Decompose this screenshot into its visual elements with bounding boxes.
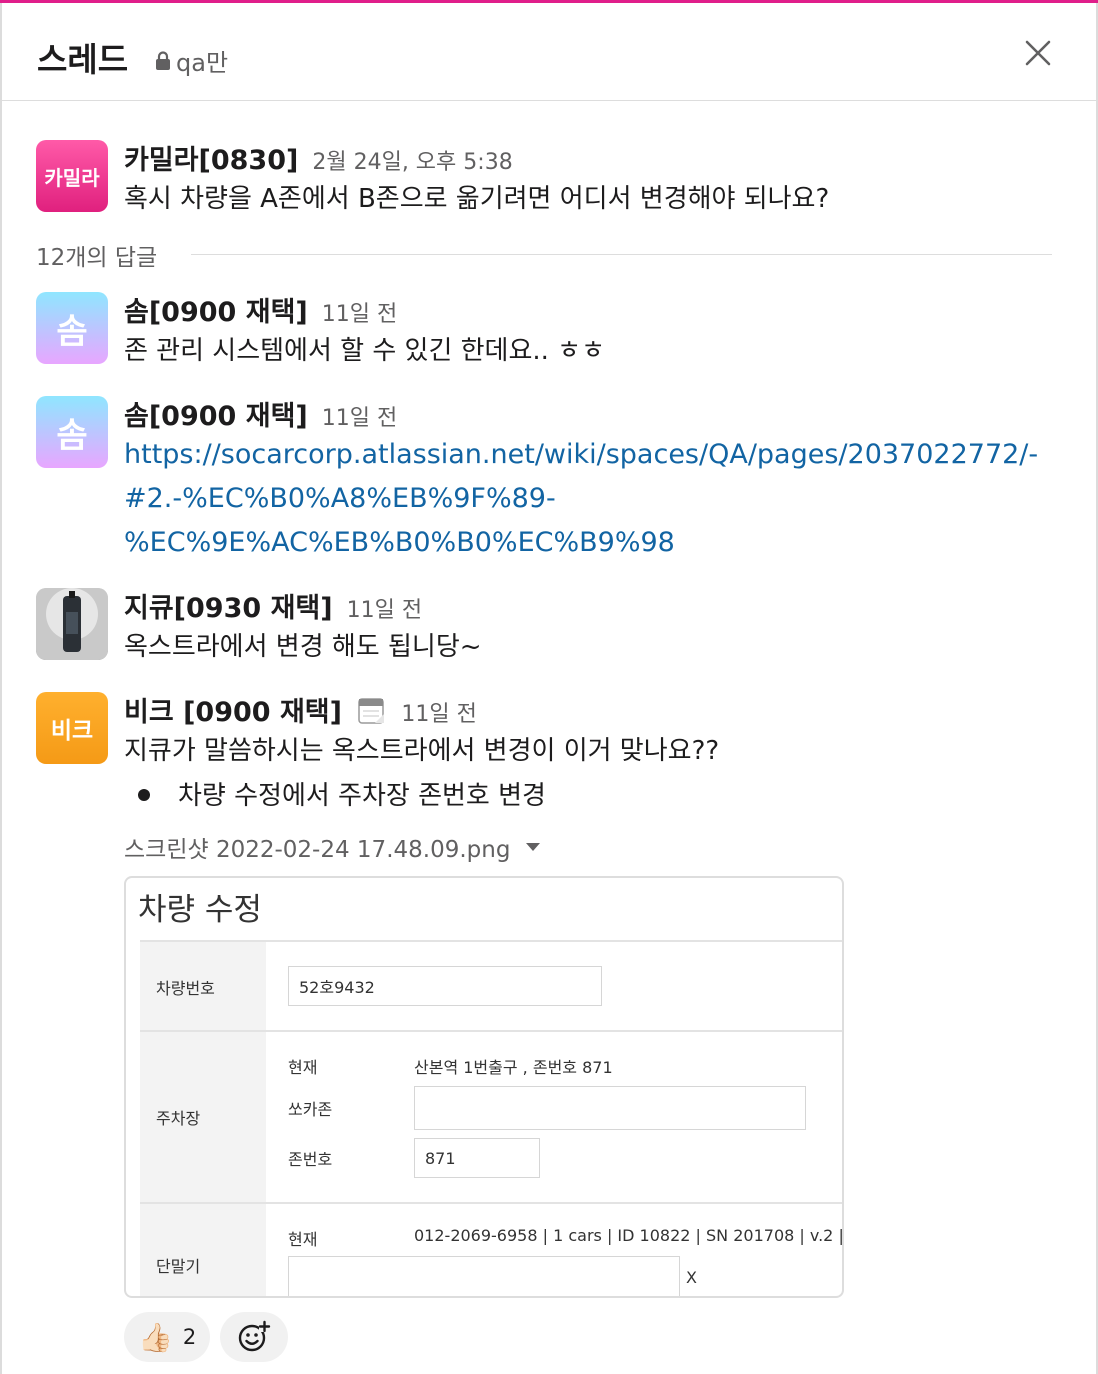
sender-name-text: 카밀라[0830] (124, 145, 299, 176)
vehicle-number-label: 차량번호 (156, 979, 215, 998)
sender-name-text: 지큐[0930 재택] (124, 593, 333, 624)
file-name-toggle[interactable]: 스크린샷 2022-02-24 17.48.09.png (124, 830, 541, 864)
message-text: 존 관리 시스템에서 할 수 있긴 한데요.. ㅎㅎ (124, 336, 606, 366)
channel-name: qa만 (176, 49, 229, 77)
sender-name-text: 솜[0900 재택] (124, 297, 308, 328)
image-attachment[interactable]: 차량 수정 차량번호 52호9432 주차장 현재 산본역 1번출구 , 존번호… (124, 876, 844, 1298)
page-title: 스레드 (37, 40, 129, 79)
terminal-current-label: 현재 (288, 1230, 318, 1249)
message-timestamp[interactable]: 2월 24일, 오후 5:38 (312, 150, 512, 175)
sender-name[interactable]: 지큐[0930 재택] 11일 전 (124, 586, 422, 625)
message-text: 옥스트라에서 변경 해도 됩니당~ (124, 632, 482, 662)
add-emoji-icon (239, 1320, 271, 1352)
calendar-status-icon[interactable] (357, 695, 387, 725)
wiki-link-line-3[interactable]: %EC%9E%AC%EB%B0%B0%EC%B9%98 (124, 521, 675, 565)
thread-header: 스레드 qa만 (2, 3, 1096, 101)
list-item-text: 차량 수정에서 주차장 존번호 변경 (178, 781, 546, 811)
add-reaction-button[interactable] (220, 1312, 289, 1362)
wiki-link-line-2[interactable]: #2.-%EC%B0%A8%EB%9F%89- (124, 477, 556, 521)
wiki-link-line-1[interactable]: https://socarcorp.atlassian.net/wiki/spa… (124, 433, 1038, 477)
terminal-field (288, 1256, 680, 1296)
list-item: 차량 수정에서 주차장 존번호 변경 (138, 774, 546, 818)
reactions-bar: 👍🏻 2 (124, 1312, 289, 1362)
current-value: 산본역 1번출구 , 존번호 871 (414, 1058, 613, 1077)
message-text: 지큐가 말씀하시는 옥스트라에서 변경이 이거 맞나요?? (124, 736, 720, 766)
message-timestamp[interactable]: 11일 전 (322, 302, 397, 327)
reaction-thumbs-up[interactable]: 👍🏻 2 (124, 1312, 211, 1362)
avatar-initials: 솜 (56, 311, 88, 352)
file-name: 스크린샷 2022-02-24 17.48.09.png (124, 837, 511, 863)
sender-name-text: 비크 [0900 재택] (124, 697, 342, 728)
sender-name[interactable]: 카밀라[0830] 2월 24일, 오후 5:38 (124, 138, 513, 177)
sender-name[interactable]: 솜[0900 재택] 11일 전 (124, 290, 397, 329)
close-icon[interactable] (1018, 33, 1058, 73)
current-label: 현재 (288, 1058, 318, 1077)
socar-zone-field (414, 1086, 806, 1130)
message-text: 혹시 차량을 A존에서 B존으로 옮기려면 어디서 변경해야 되나요? (124, 184, 830, 214)
avatar[interactable] (36, 588, 108, 660)
terminal-label: 단말기 (156, 1257, 201, 1276)
sender-name-text: 솜[0900 재택] (124, 401, 308, 432)
bullet-icon (138, 788, 150, 801)
message-timestamp[interactable]: 11일 전 (347, 598, 422, 623)
avatar-initials: 비크 (50, 718, 94, 744)
lock-icon (156, 50, 170, 70)
replies-divider: 12개의 답글 (36, 236, 1052, 272)
zone-number-label: 존번호 (288, 1150, 333, 1169)
channel-link[interactable]: qa만 (154, 43, 228, 78)
reaction-count: 2 (182, 1325, 197, 1349)
divider-line (191, 254, 1052, 255)
vehicle-edit-form: 차량번호 52호9432 주차장 현재 산본역 1번출구 , 존번호 871 쏘… (140, 940, 844, 1296)
terminal-clear: X (686, 1268, 697, 1287)
avatar[interactable]: 카밀라 (36, 140, 108, 212)
row-divider (140, 1202, 842, 1204)
attachment-title: 차량 수정 (138, 892, 262, 928)
avatar-initials: 카밀라 (44, 165, 100, 190)
zone-number-field: 871 (414, 1138, 540, 1178)
caret-down-icon (526, 843, 541, 851)
message-timestamp[interactable]: 11일 전 (322, 406, 397, 431)
avatar[interactable]: 솜 (36, 396, 108, 468)
avatar[interactable]: 비크 (36, 692, 108, 764)
avatar-photo (36, 588, 108, 660)
parking-label: 주차장 (156, 1109, 201, 1128)
socar-zone-label: 쏘카존 (288, 1100, 333, 1119)
vehicle-number-field: 52호9432 (288, 966, 602, 1006)
terminal-current-value: 012-2069-6958 | 1 cars | ID 10822 | SN 2… (414, 1226, 844, 1245)
replies-count: 12개의 답글 (36, 238, 176, 272)
avatar-initials: 솜 (56, 415, 88, 456)
message-timestamp[interactable]: 11일 전 (401, 702, 476, 727)
thumbs-up-icon: 👍🏻 (138, 1320, 173, 1354)
sender-name[interactable]: 솜[0900 재택] 11일 전 (124, 394, 397, 433)
sender-name[interactable]: 비크 [0900 재택] 11일 전 (124, 690, 477, 729)
row-divider (140, 1030, 842, 1032)
avatar[interactable]: 솜 (36, 292, 108, 364)
